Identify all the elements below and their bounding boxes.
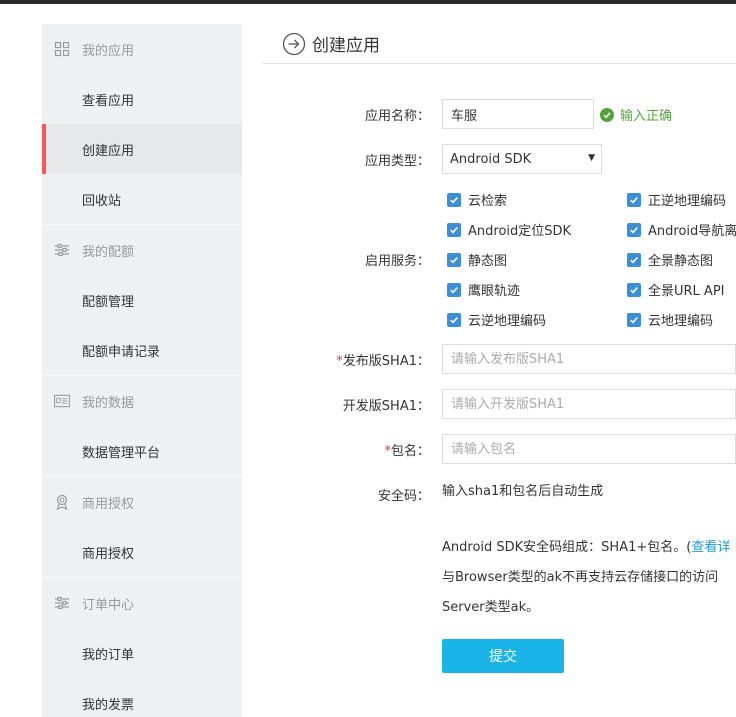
checkbox-checked-icon [627, 252, 641, 267]
sidebar-item-view-apps[interactable]: 查看应用 [42, 74, 242, 124]
checkbox-checked-icon [447, 312, 461, 327]
sidebar-group-title: 我的应用 [42, 24, 242, 74]
sidebar-group-quota: 我的配额 配额管理 配额申请记录 [42, 224, 242, 375]
service-checkbox[interactable]: 静态图 [447, 250, 507, 269]
service-checkbox[interactable]: 云检索 [447, 190, 507, 209]
service-label: 全景URL API [648, 284, 725, 299]
dev-sha1-label: 开发版SHA1： [342, 399, 430, 414]
sidebar-item-recycle-bin[interactable]: 回收站 [42, 174, 242, 224]
sidebar-item-quota-records[interactable]: 配额申请记录 [42, 325, 242, 375]
sidebar-group-orders: 订单中心 我的订单 我的发票 [42, 577, 242, 717]
sidebar-item-quota-manage[interactable]: 配额管理 [42, 275, 242, 325]
sidebar-group-label: 我的配额 [82, 244, 135, 260]
note-text: Android SDK安全码组成：SHA1+包名。( [442, 540, 692, 555]
sidebar-group-title: 订单中心 [42, 578, 242, 628]
services-label: 启用服务： [364, 254, 430, 269]
checkbox-checked-icon [447, 252, 461, 267]
service-label: 云逆地理编码 [468, 314, 547, 329]
release-sha1-label-text: 发布版SHA1： [342, 354, 430, 369]
app-type-label: 应用类型： [364, 154, 430, 169]
sidebar-group-data: 我的数据 数据管理平台 [42, 375, 242, 476]
valid-indicator: 输入正确 [600, 105, 672, 124]
valid-text: 输入正确 [620, 109, 673, 124]
security-code-label: 安全码： [377, 489, 430, 504]
service-checkbox[interactable]: Android定位SDK [447, 220, 571, 239]
form-labels: 应用名称： 应用类型： 启用服务： *发布版SHA1： 开发版SHA1： *包名… [262, 0, 430, 717]
sidebar: 我的应用 查看应用 创建应用 回收站 我的配额 配额管理 配额申请记录 我的数据… [42, 24, 242, 717]
checkbox-checked-icon [627, 312, 641, 327]
service-label: 鹰眼轨迹 [468, 284, 521, 299]
dev-sha1-input[interactable] [442, 389, 736, 419]
service-label: Android导航离 [648, 224, 736, 239]
checkbox-checked-icon [447, 222, 461, 237]
sidebar-item-commercial-license[interactable]: 商用授权 [42, 527, 242, 577]
service-label: Android定位SDK [468, 224, 572, 239]
view-details-link[interactable]: 查看详 [691, 540, 730, 555]
sidebar-group-apps: 我的应用 查看应用 创建应用 回收站 [42, 24, 242, 224]
sidebar-group-title: 我的数据 [42, 376, 242, 426]
sidebar-group-title: 商用授权 [42, 477, 242, 527]
note-line-1: Android SDK安全码组成：SHA1+包名。(查看详 [442, 536, 730, 555]
sidebar-item-create-app[interactable]: 创建应用 [42, 124, 242, 174]
checkbox-checked-icon [627, 222, 641, 237]
app-name-label: 应用名称： [364, 109, 430, 124]
security-code-value: 输入sha1和包名后自动生成 [442, 484, 604, 499]
service-checkbox[interactable]: 云地理编码 [627, 310, 713, 329]
service-checkbox[interactable]: 全景URL API [627, 280, 725, 299]
note-line-2: 与Browser类型的ak不再支持云存储接口的访问 [442, 570, 719, 585]
grid-icon [54, 41, 70, 57]
package-label: *包名： [384, 440, 430, 459]
app-type-select[interactable]: Android SDK ▼ [442, 144, 602, 174]
sidebar-group-label: 我的应用 [82, 43, 135, 59]
service-label: 正逆地理编码 [648, 194, 727, 209]
release-sha1-input[interactable] [442, 344, 736, 374]
service-checkbox[interactable]: 正逆地理编码 [627, 190, 726, 209]
app-name-input[interactable] [442, 99, 594, 129]
service-checkbox[interactable]: 鹰眼轨迹 [447, 280, 520, 299]
sliders-icon [54, 595, 70, 611]
service-checkbox[interactable]: 全景静态图 [627, 250, 713, 269]
package-label-text: 包名： [390, 444, 430, 459]
checkbox-checked-icon [627, 192, 641, 207]
checkbox-checked-icon [627, 282, 641, 297]
service-checkbox[interactable]: Android导航离 [627, 220, 736, 239]
sliders-icon [54, 242, 70, 258]
service-label: 全景静态图 [648, 254, 714, 269]
sidebar-item-my-orders[interactable]: 我的订单 [42, 628, 242, 678]
sidebar-group-label: 商用授权 [82, 496, 135, 512]
release-sha1-label: *发布版SHA1： [336, 350, 430, 369]
sidebar-group-license: 商用授权 商用授权 [42, 476, 242, 577]
note-line-3: Server类型ak。 [442, 600, 540, 615]
service-checkbox[interactable]: 云逆地理编码 [447, 310, 546, 329]
sidebar-group-label: 订单中心 [82, 597, 135, 613]
badge-icon [54, 494, 70, 510]
service-label: 云地理编码 [648, 314, 714, 329]
package-input[interactable] [442, 434, 736, 464]
service-label: 云检索 [468, 194, 508, 209]
dropdown-arrow-icon: ▼ [588, 153, 595, 163]
checkbox-checked-icon [447, 192, 461, 207]
sidebar-item-data-platform[interactable]: 数据管理平台 [42, 426, 242, 476]
submit-button[interactable]: 提交 [442, 639, 564, 673]
checkbox-checked-icon [447, 282, 461, 297]
sidebar-group-title: 我的配额 [42, 225, 242, 275]
service-label: 静态图 [468, 254, 508, 269]
sidebar-group-label: 我的数据 [82, 395, 135, 411]
app-type-value: Android SDK [450, 151, 532, 167]
check-circle-icon [600, 107, 614, 122]
id-card-icon [54, 393, 70, 409]
sidebar-item-my-invoices[interactable]: 我的发票 [42, 678, 242, 717]
